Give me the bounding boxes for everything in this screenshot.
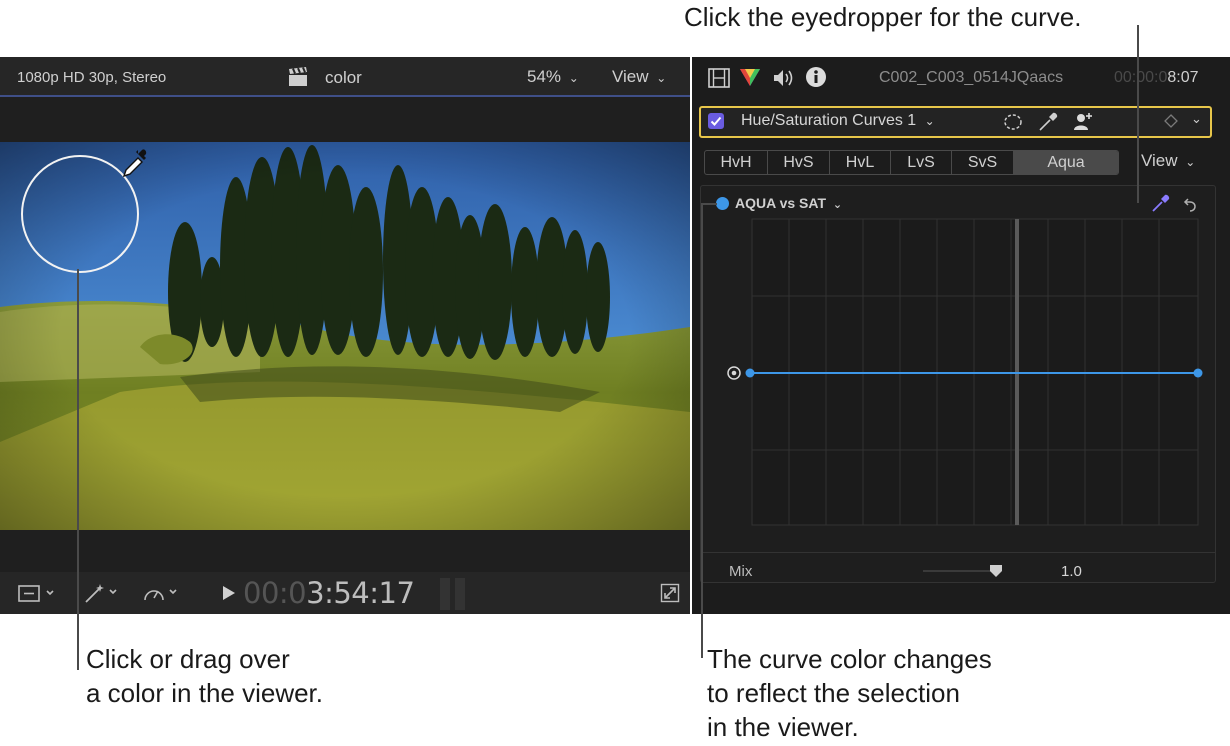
curve-point-start	[745, 368, 755, 378]
viewer-topbar: 1080p HD 30p, Stereo color 54% ⌄ View ⌄	[0, 57, 690, 97]
mix-label: Mix	[729, 563, 753, 580]
audio-meter-icon	[438, 576, 468, 617]
eyedropper-cursor-icon	[120, 148, 152, 185]
enhance-wand-icon[interactable]	[83, 582, 123, 609]
mix-slider-track[interactable]	[923, 570, 997, 572]
chevron-down-icon: ⌄	[656, 71, 667, 85]
curve-panel: AQUA vs SAT ⌄ Mix 1.0	[700, 185, 1216, 583]
viewer: 1080p HD 30p, Stereo color 54% ⌄ View ⌄	[0, 57, 690, 614]
view-label: View	[1141, 151, 1178, 170]
tab-hvh[interactable]: HvH	[705, 151, 768, 174]
mix-slider-handle[interactable]	[989, 564, 1003, 583]
info-icon[interactable]	[805, 66, 827, 93]
chevron-down-icon[interactable]: ⌄	[1191, 111, 1202, 127]
view-menu[interactable]: View ⌄	[612, 67, 666, 87]
speaker-icon[interactable]	[772, 68, 794, 93]
callout-eyedropper: Click the eyedropper for the curve.	[684, 2, 1082, 32]
effect-name[interactable]: Hue/Saturation Curves 1 ⌄	[741, 112, 935, 130]
mix-value[interactable]: 1.0	[1061, 563, 1082, 580]
effect-enable-checkbox[interactable]	[708, 113, 724, 129]
zoom-value: 54%	[527, 67, 562, 86]
view-menu[interactable]: View ⌄	[1141, 151, 1195, 171]
leader-curve-tick	[701, 203, 717, 205]
mask-shape-icon[interactable]	[1003, 112, 1023, 137]
leader-curve	[701, 203, 703, 658]
chevron-down-icon: ⌄	[924, 114, 935, 128]
leader-eyedropper	[1137, 25, 1139, 203]
view-label: View	[612, 67, 649, 86]
project-name[interactable]: color	[325, 68, 362, 88]
playhead-divider	[0, 95, 690, 97]
tab-lvs[interactable]: LvS	[891, 151, 952, 174]
format-label: 1080p HD 30p, Stereo	[17, 69, 167, 86]
tab-svs[interactable]: SvS	[952, 151, 1014, 174]
tab-aqua[interactable]: Aqua	[1014, 151, 1118, 174]
callout-curve: The curve color changes to reflect the s…	[707, 644, 992, 742]
curve-tabs: HvH HvS HvL LvS SvS Aqua	[704, 150, 1119, 175]
curve-point-end	[1193, 368, 1203, 378]
timecode: 00:03:54:17	[243, 576, 415, 610]
film-icon[interactable]	[708, 68, 730, 93]
play-icon[interactable]	[222, 585, 236, 606]
overlay-menu-icon[interactable]	[17, 584, 57, 609]
effect-name-label: Hue/Saturation Curves 1	[741, 112, 917, 129]
curve-graph[interactable]	[701, 186, 1215, 582]
viewer-bottombar: 00:03:54:17	[0, 572, 690, 614]
speed-gauge-icon[interactable]	[142, 583, 182, 608]
chevron-down-icon: ⌄	[568, 71, 579, 85]
tab-hvl[interactable]: HvL	[830, 151, 891, 174]
timecode-dim: 00:0	[243, 576, 307, 610]
callout-viewer: Click or drag over a color in the viewer…	[86, 644, 324, 708]
timecode-value: 3:54:17	[306, 576, 415, 610]
zoom-menu[interactable]: 54% ⌄	[527, 67, 579, 87]
clapper-icon	[287, 67, 309, 91]
chevron-down-icon: ⌄	[1185, 155, 1196, 169]
fullscreen-icon[interactable]	[660, 583, 680, 608]
leader-viewer	[77, 269, 79, 670]
color-mask-eyedropper-icon[interactable]	[1037, 111, 1059, 138]
clip-duration: 00:00:08:07	[1114, 69, 1199, 87]
clip-duration-dim: 00:00:0	[1114, 69, 1168, 86]
mix-divider	[701, 552, 1215, 553]
effect-header[interactable]: Hue/Saturation Curves 1 ⌄ ⌄	[699, 106, 1212, 138]
tab-hvs[interactable]: HvS	[768, 151, 830, 174]
color-tab-icon[interactable]	[739, 67, 761, 92]
clip-name: C002_C003_0514JQaacs	[879, 69, 1064, 86]
color-inspector: C002_C003_0514JQaacs 00:00:08:07 Hue/Sat…	[692, 57, 1230, 614]
video-frame[interactable]	[0, 142, 690, 530]
add-shape-mask-icon[interactable]	[1072, 111, 1094, 138]
clip-duration-value: 8:07	[1167, 69, 1199, 86]
keyframe-diamond-icon[interactable]	[1164, 114, 1178, 133]
